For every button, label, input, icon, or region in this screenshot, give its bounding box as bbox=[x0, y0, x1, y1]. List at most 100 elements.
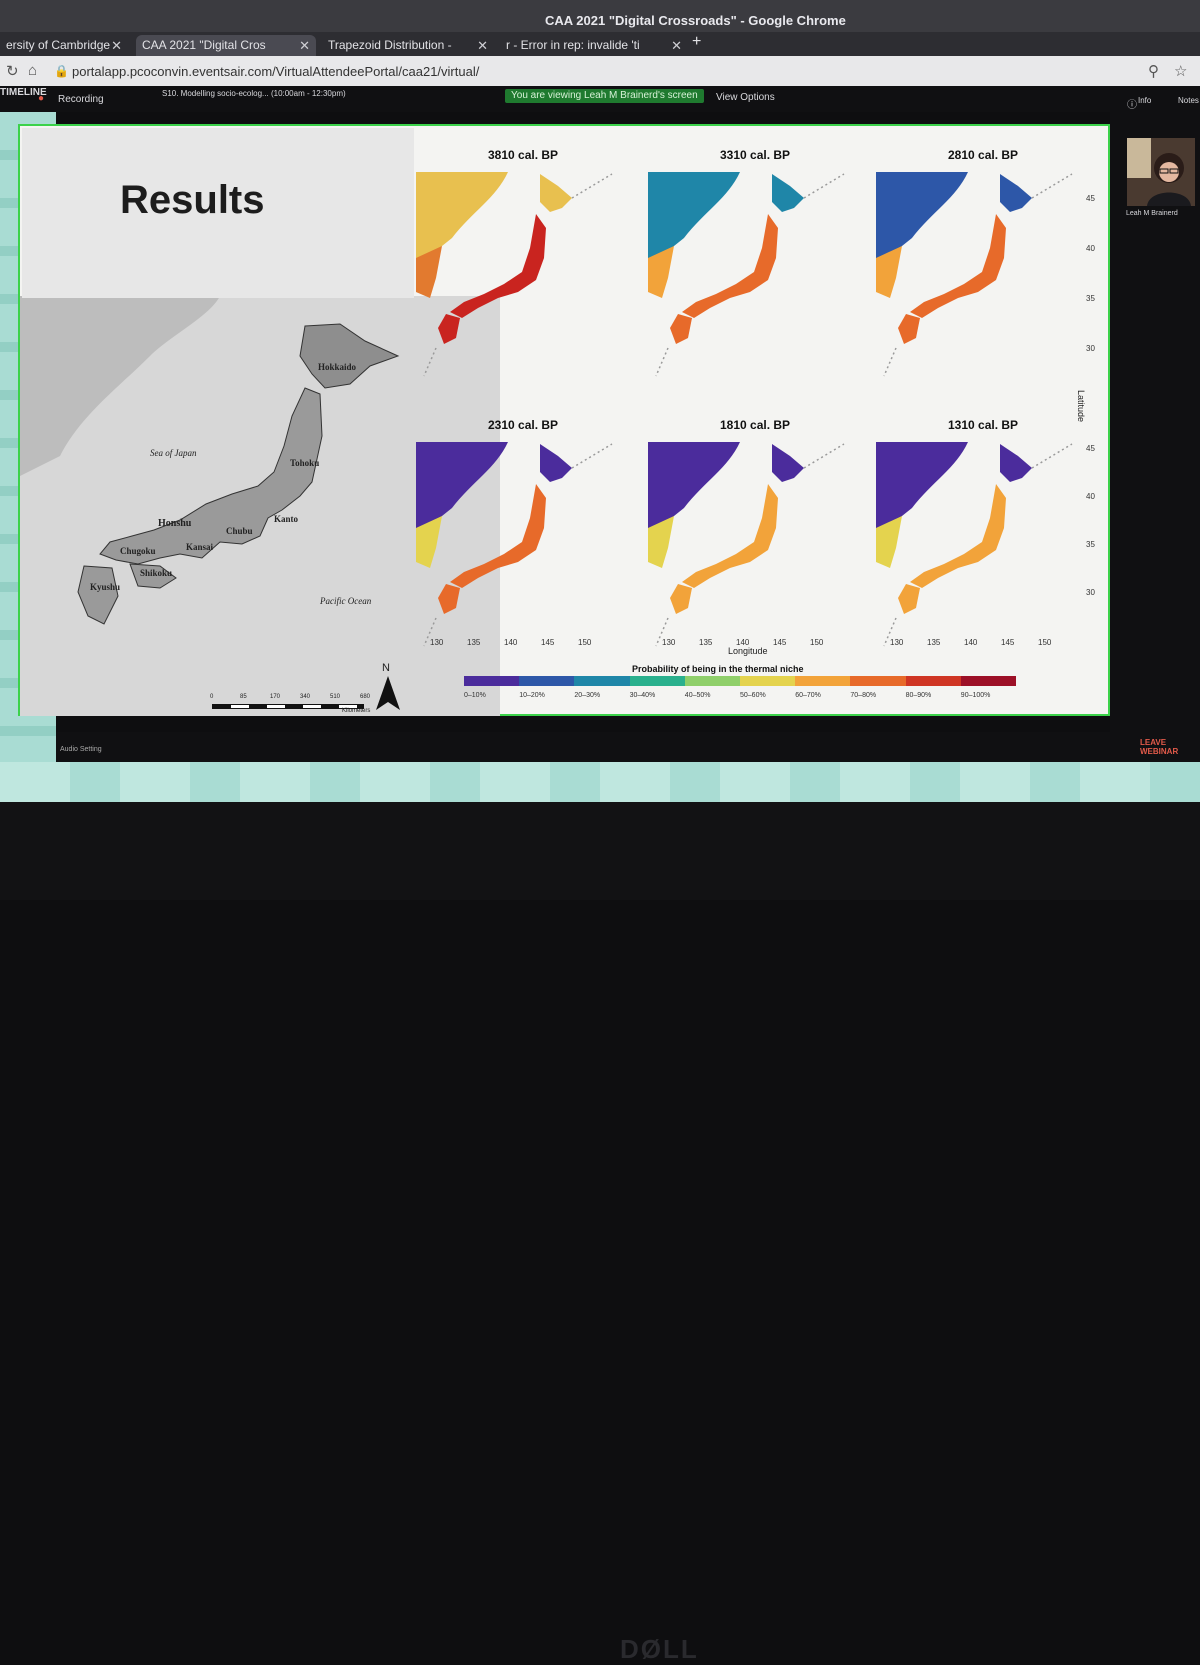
label-kanto: Kanto bbox=[274, 514, 299, 524]
tab-caa2021[interactable]: CAA 2021 "Digital Cros ✕ bbox=[136, 35, 316, 56]
north-label: N bbox=[382, 662, 390, 674]
x-tick-label: 145 bbox=[1001, 638, 1015, 647]
presenter-video[interactable] bbox=[1127, 138, 1195, 206]
label-kansai: Kansai bbox=[186, 542, 214, 552]
legend-swatch bbox=[850, 676, 906, 686]
title-block: Results bbox=[22, 128, 414, 298]
panel-title: 1310 cal. BP bbox=[948, 418, 1019, 432]
niche-map-panel bbox=[648, 442, 845, 647]
scale-tick: 170 bbox=[270, 694, 281, 700]
new-tab-icon[interactable]: + bbox=[692, 33, 701, 51]
y-tick-label: 35 bbox=[1086, 294, 1095, 303]
niche-map-panel bbox=[876, 442, 1073, 647]
legend-label: 50–60% bbox=[740, 692, 766, 699]
legend-label: 10–20% bbox=[519, 692, 545, 699]
legend-title: Probability of being in the thermal nich… bbox=[632, 664, 804, 674]
legend-label: 80–90% bbox=[905, 692, 932, 699]
x-tick-label: 150 bbox=[810, 638, 824, 647]
legend-label: 90–100% bbox=[960, 692, 991, 699]
legend-swatch bbox=[960, 676, 1017, 686]
legend-swatch bbox=[464, 676, 520, 686]
presenter-avatar bbox=[1127, 138, 1195, 206]
label-sea-of-japan: Sea of Japan bbox=[150, 448, 197, 458]
close-icon[interactable]: ✕ bbox=[299, 35, 310, 56]
legend-label: 0–10% bbox=[464, 692, 486, 699]
x-tick-label: 130 bbox=[662, 638, 676, 647]
tab-trapezoid[interactable]: Trapezoid Distribution - ✕ bbox=[322, 35, 494, 56]
leave-webinar-button[interactable]: LEAVE WEBINAR bbox=[1140, 738, 1200, 756]
window-title: CAA 2021 "Digital Crossroads" - Google C… bbox=[545, 13, 846, 28]
x-tick-label: 145 bbox=[773, 638, 787, 647]
reload-icon[interactable]: ↻ bbox=[6, 62, 19, 80]
scale-tick: 680 bbox=[360, 694, 371, 700]
close-icon[interactable]: ✕ bbox=[111, 35, 122, 56]
y-tick-label: 45 bbox=[1086, 194, 1095, 203]
legend-colorbar bbox=[464, 676, 1017, 686]
legend-swatch bbox=[684, 676, 741, 686]
close-icon[interactable]: ✕ bbox=[477, 35, 488, 56]
close-icon[interactable]: ✕ bbox=[671, 35, 682, 56]
tab-cambridge[interactable]: ersity of Cambridge ✕ bbox=[0, 35, 128, 56]
legend-label: 30–40% bbox=[629, 692, 656, 699]
y-tick-label: 40 bbox=[1086, 244, 1095, 253]
x-tick-label: 135 bbox=[699, 638, 713, 647]
x-tick-label: 130 bbox=[430, 638, 444, 647]
x-tick-label: 150 bbox=[1038, 638, 1052, 647]
url-field[interactable]: portalapp.pcoconvin.eventsair.com/Virtua… bbox=[72, 64, 479, 79]
y-tick-label: 35 bbox=[1086, 540, 1095, 549]
search-icon[interactable]: ⚲ bbox=[1148, 62, 1159, 80]
legend-label: 40–50% bbox=[684, 692, 711, 699]
panel-title: 2310 cal. BP bbox=[488, 418, 559, 432]
tab-strip: ersity of Cambridge ✕ CAA 2021 "Digital … bbox=[0, 32, 1200, 56]
niche-map-panel bbox=[416, 172, 613, 377]
x-tick-label: 135 bbox=[467, 638, 481, 647]
y-tick-label: 30 bbox=[1086, 344, 1095, 353]
address-bar: ↻ ⌂ 🔒 portalapp.pcoconvin.eventsair.com/… bbox=[0, 56, 1200, 86]
monitor-bezel: DØLL bbox=[0, 802, 1200, 1664]
legend-swatch bbox=[740, 676, 796, 686]
presenter-name: Leah M Brainerd bbox=[1126, 210, 1178, 217]
tab-label: ersity of Cambridge bbox=[6, 38, 111, 52]
info-icon[interactable]: ⓘ bbox=[1127, 96, 1137, 111]
niche-map-panel bbox=[876, 172, 1073, 377]
recording-label: Recording bbox=[58, 94, 104, 105]
webinar-bottombar bbox=[56, 732, 1200, 762]
label-hokkaido: Hokkaido bbox=[318, 362, 357, 372]
info-label[interactable]: Info bbox=[1138, 96, 1151, 105]
notes-label[interactable]: Notes bbox=[1178, 96, 1199, 105]
legend-label: 20–30% bbox=[574, 692, 601, 699]
viewing-banner: You are viewing Leah M Brainerd's screen bbox=[505, 89, 704, 103]
home-icon[interactable]: ⌂ bbox=[28, 62, 37, 79]
legend-swatch bbox=[519, 676, 575, 686]
legend-swatch bbox=[905, 676, 961, 686]
view-options[interactable]: View Options bbox=[716, 92, 775, 103]
y-tick-label: 45 bbox=[1086, 444, 1095, 453]
tab-label: Trapezoid Distribution - bbox=[328, 38, 452, 52]
session-title: S10. Modelling socio-ecolog... (10:00am … bbox=[162, 89, 346, 98]
slide-title: Results bbox=[120, 178, 265, 222]
bookmark-star-icon[interactable]: ☆ bbox=[1174, 62, 1187, 80]
panel-title: 2810 cal. BP bbox=[948, 148, 1019, 162]
legend-swatch bbox=[629, 676, 685, 686]
y-tick-label: 40 bbox=[1086, 492, 1095, 501]
window-titlebar: CAA 2021 "Digital Crossroads" - Google C… bbox=[0, 0, 1200, 32]
scale-units: Kilometers bbox=[342, 708, 371, 714]
label-kyushu: Kyushu bbox=[90, 582, 121, 592]
bottom-decor bbox=[0, 762, 1200, 802]
scale-tick: 340 bbox=[300, 694, 311, 700]
label-pacific-ocean: Pacific Ocean bbox=[320, 596, 372, 606]
label-tohoku: Tohoku bbox=[290, 458, 320, 468]
shared-slide: Hokkaido Sea of Japan Tohoku Honshu Kant… bbox=[18, 124, 1110, 716]
legend-label: 70–80% bbox=[850, 692, 877, 699]
audio-settings[interactable]: Audio Setting bbox=[60, 746, 102, 753]
x-tick-label: 140 bbox=[504, 638, 518, 647]
label-shikoku: Shikoku bbox=[140, 568, 173, 578]
y-axis-label: Latitude bbox=[1076, 390, 1086, 423]
tab-r-error[interactable]: r - Error in rep: invalide 'ti ✕ bbox=[500, 35, 688, 56]
recording-icon: ● bbox=[38, 93, 45, 104]
x-tick-label: 140 bbox=[964, 638, 978, 647]
x-tick-label: 150 bbox=[578, 638, 592, 647]
tab-label: CAA 2021 "Digital Cros bbox=[142, 38, 266, 52]
lock-icon[interactable]: 🔒 bbox=[54, 64, 69, 78]
scale-ticks: 0 85 170 340 510 680 bbox=[210, 694, 370, 704]
